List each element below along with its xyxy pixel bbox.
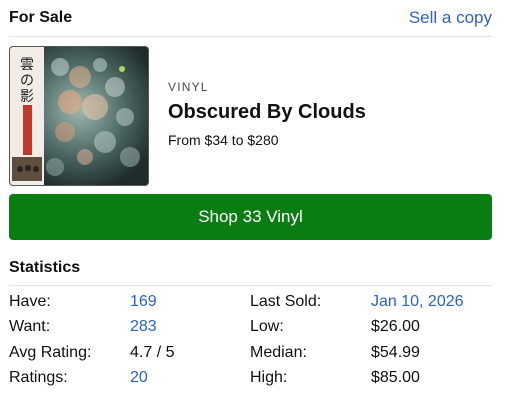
have-count-link[interactable]: 169 (130, 292, 157, 312)
avg-rating-label: Avg Rating: (9, 344, 92, 361)
release-format: VINYL (168, 80, 209, 94)
for-sale-title: For Sale (9, 9, 73, 26)
statistics-title: Statistics (9, 259, 81, 276)
high-label: High: (250, 369, 288, 386)
album-cover-image[interactable]: 雲 の 影 (9, 46, 149, 186)
median-label: Median: (250, 344, 307, 361)
release-title[interactable]: Obscured By Clouds (168, 101, 366, 124)
svg-text:の: の (20, 73, 34, 89)
svg-text:影: 影 (20, 89, 34, 105)
last-sold-label: Last Sold: (250, 293, 322, 310)
last-sold-link[interactable]: Jan 10, 2026 (371, 292, 464, 312)
ratings-count-link[interactable]: 20 (130, 368, 148, 388)
shop-vinyl-button[interactable]: Shop 33 Vinyl (9, 194, 492, 240)
low-value: $26.00 (371, 318, 420, 335)
want-count-link[interactable]: 283 (130, 317, 157, 337)
svg-text:雲: 雲 (20, 57, 34, 73)
for-sale-header: For Sale Sell a copy (9, 0, 492, 37)
ratings-label: Ratings: (9, 369, 68, 386)
avg-rating-value: 4.7 / 5 (130, 344, 175, 361)
sell-a-copy-link[interactable]: Sell a copy (409, 8, 492, 28)
median-value: $54.99 (371, 344, 420, 361)
have-label: Have: (9, 293, 51, 310)
low-label: Low: (250, 318, 284, 335)
statistics-header: Statistics (9, 252, 492, 286)
want-label: Want: (9, 318, 51, 335)
high-value: $85.00 (371, 369, 420, 386)
price-range: From $34 to $280 (168, 132, 279, 148)
